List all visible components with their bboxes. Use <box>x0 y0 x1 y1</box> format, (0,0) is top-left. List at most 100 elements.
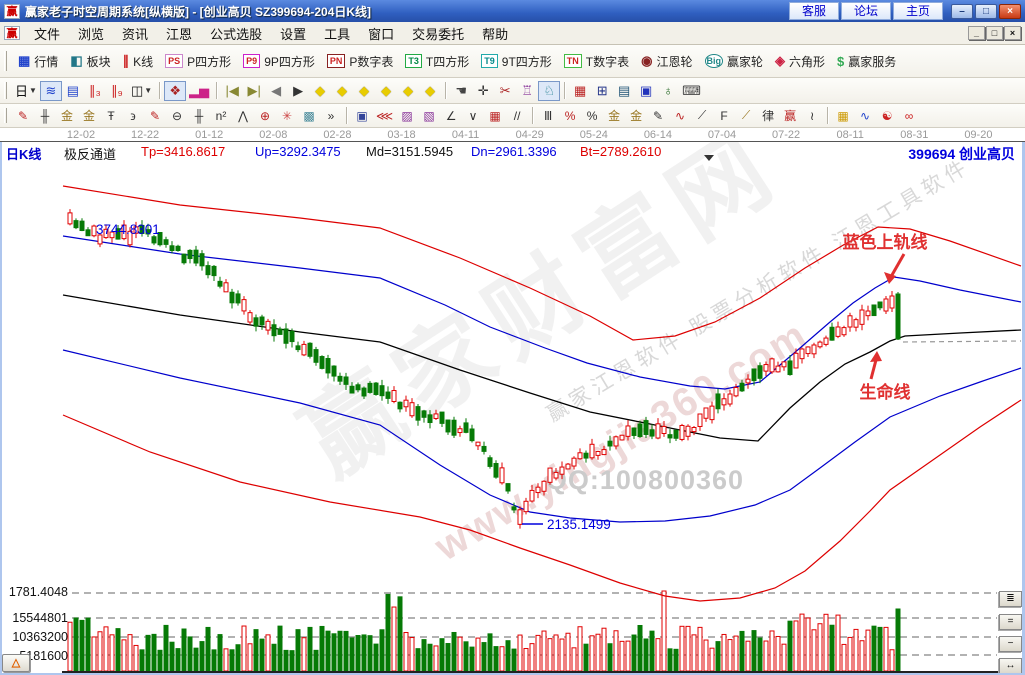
menu-item-公式选股[interactable]: 公式选股 <box>201 22 271 45</box>
menu-item-设置[interactable]: 设置 <box>271 22 315 45</box>
bars-9-icon[interactable]: ∥₉ <box>106 81 128 101</box>
menu-item-帮助[interactable]: 帮助 <box>473 22 517 45</box>
toolbar-gann-wheel[interactable]: ◉江恩轮 <box>635 53 698 70</box>
draw-star-icon[interactable]: ✳ <box>276 107 298 125</box>
draw-bars-icon[interactable]: Ⅲ <box>537 107 559 125</box>
toolbar-hexagon[interactable]: ◈六角形 <box>769 53 831 70</box>
tool-grid-color-icon[interactable]: ▦ <box>832 107 854 125</box>
draw-ticks-2-icon[interactable]: ╫ <box>188 107 210 125</box>
period-selector-icon[interactable]: 日▼ <box>12 81 40 101</box>
draw-grid-r-icon[interactable]: ▦ <box>484 107 506 125</box>
trend-view-icon[interactable]: ≋ <box>40 81 62 101</box>
draw-gold-1-icon[interactable]: 金 <box>56 107 78 125</box>
draw-grid-p2-icon[interactable]: ▧ <box>418 107 440 125</box>
nav-next-icon[interactable]: ▶ <box>287 81 309 101</box>
print-icon[interactable]: ⌨ <box>679 81 704 101</box>
menu-item-浏览[interactable]: 浏览 <box>69 22 113 45</box>
tool-teal-icon[interactable]: ♘ <box>538 81 560 101</box>
draw-more-icon[interactable]: » <box>320 107 342 125</box>
draw-gold-angle-icon[interactable]: ⟋ <box>735 107 757 125</box>
notes-view-icon[interactable]: ▤ <box>62 81 84 101</box>
menu-item-资讯[interactable]: 资讯 <box>113 22 157 45</box>
draw-pen-2-icon[interactable]: ✎ <box>647 107 669 125</box>
draw-wave-icon[interactable]: ∿ <box>669 107 691 125</box>
hand-tool-icon[interactable]: ☚ <box>450 81 472 101</box>
diamond-both-icon[interactable]: ◆ <box>353 81 375 101</box>
mdi-close-button[interactable]: × <box>1004 26 1021 40</box>
draw-f-ruler-icon[interactable]: Ŧ <box>100 107 122 125</box>
tool-purple-icon[interactable]: ♖ <box>516 81 538 101</box>
draw-zigzag-icon[interactable]: ∨ <box>462 107 484 125</box>
toolbar-9t-square[interactable]: T99T四方形 <box>475 53 558 70</box>
draw-gold-lines-icon[interactable]: 金 <box>625 107 647 125</box>
draw-lv-icon[interactable]: 律 <box>757 107 779 125</box>
draw-brush-icon[interactable]: ✎ <box>144 107 166 125</box>
toolbar-winner-service[interactable]: $赢家服务 <box>831 53 902 70</box>
notepad-icon[interactable]: ▤ <box>613 81 635 101</box>
tool-infinity-icon[interactable]: ∞ <box>898 107 920 125</box>
titlebar-link-3[interactable]: 主页 <box>893 2 943 20</box>
draw-n2-icon[interactable]: n² <box>210 107 232 125</box>
tool-yinyang-icon[interactable]: ☯ <box>876 107 898 125</box>
menu-item-文件[interactable]: 文件 <box>25 22 69 45</box>
mdi-restore-button[interactable]: □ <box>986 26 1003 40</box>
draw-win-icon[interactable]: 赢 <box>779 107 801 125</box>
diamond-left-icon[interactable]: ◆ <box>309 81 331 101</box>
draw-percent-icon[interactable]: % <box>581 107 603 125</box>
toolbar-t-table[interactable]: TNT数字表 <box>558 53 635 70</box>
draw-gold-2-icon[interactable]: 金 <box>78 107 100 125</box>
candle-style-icon[interactable]: ◫▼ <box>128 81 155 101</box>
draw-circle-icon[interactable]: ⊖ <box>166 107 188 125</box>
diamond-right-icon[interactable]: ◆ <box>331 81 353 101</box>
crosshair-tool-icon[interactable]: ✛ <box>472 81 494 101</box>
draw-pen-icon[interactable]: ✎ <box>12 107 34 125</box>
toolbar-p-table[interactable]: PNP数字表 <box>321 53 400 70</box>
toolbar-quotes[interactable]: ▦行情 <box>12 53 64 70</box>
mdi-minimize-button[interactable]: _ <box>968 26 985 40</box>
tool-chart-icon[interactable]: ∿ <box>854 107 876 125</box>
maximize-button[interactable]: □ <box>975 4 997 19</box>
draw-target-icon[interactable]: ⊕ <box>254 107 276 125</box>
draw-box-icon[interactable]: ▣ <box>351 107 373 125</box>
nav-last-icon[interactable]: ▶| <box>243 81 265 101</box>
draw-pct-strike-icon[interactable]: % <box>559 107 581 125</box>
save-icon[interactable]: ▣ <box>635 81 657 101</box>
toolbar-winner-wheel[interactable]: Big赢家轮 <box>699 53 770 70</box>
menu-item-江恩[interactable]: 江恩 <box>157 22 201 45</box>
nav-prev-icon[interactable]: ◀ <box>265 81 287 101</box>
histogram-view-icon[interactable]: ▂▅ <box>186 81 212 101</box>
draw-angle-line-icon[interactable]: ∠ <box>440 107 462 125</box>
pattern-view-icon[interactable]: ❖ <box>164 81 186 101</box>
draw-j-angle-icon[interactable]: ⟋ <box>691 107 713 125</box>
network-icon[interactable]: ♁ <box>657 81 679 101</box>
draw-web-icon[interactable]: ▩ <box>298 107 320 125</box>
titlebar-link-1[interactable]: 客服 <box>789 2 839 20</box>
draw-fan-icon[interactable]: ⋘ <box>373 107 396 125</box>
draw-s-icon[interactable]: ≀ <box>801 107 823 125</box>
diamond-in-icon[interactable]: ◆ <box>375 81 397 101</box>
toolbar-t-square[interactable]: T3T四方形 <box>399 53 475 70</box>
price-chart[interactable]: 赢家财富网www.yingjia360.com赢家江恩软件 股票分析软件 江恩工… <box>0 142 1025 675</box>
calculator-icon[interactable]: ⊞ <box>591 81 613 101</box>
close-button[interactable]: × <box>999 4 1021 19</box>
bars-3-icon[interactable]: ∥₃ <box>84 81 106 101</box>
draw-spiral-icon[interactable]: ϶ <box>122 107 144 125</box>
calendar-icon[interactable]: ▦ <box>569 81 591 101</box>
scissors-tool-icon[interactable]: ✂ <box>494 81 516 101</box>
diamond-out-icon[interactable]: ◆ <box>397 81 419 101</box>
draw-angle-icon[interactable]: ⋀ <box>232 107 254 125</box>
volume-pane-button-4[interactable]: ↔ <box>999 658 1022 674</box>
volume-pane-button-2[interactable]: = <box>999 614 1022 630</box>
draw-grid-p1-icon[interactable]: ▨ <box>396 107 418 125</box>
titlebar-link-2[interactable]: 论坛 <box>841 2 891 20</box>
toolbar-p-square[interactable]: PSP四方形 <box>159 53 237 70</box>
minimize-button[interactable]: – <box>951 4 973 19</box>
toolbar-9p-square[interactable]: P99P四方形 <box>237 53 321 70</box>
draw-gold-circle-icon[interactable]: 金 <box>603 107 625 125</box>
volume-pane-button-1[interactable]: ≣ <box>999 591 1022 607</box>
draw-ticks-1-icon[interactable]: ╫ <box>34 107 56 125</box>
volume-pane-button-3[interactable]: − <box>999 636 1022 652</box>
draw-parallel-icon[interactable]: // <box>506 107 528 125</box>
nav-first-icon[interactable]: |◀ <box>221 81 243 101</box>
toolbar-sectors[interactable]: ◧板块 <box>64 53 116 70</box>
